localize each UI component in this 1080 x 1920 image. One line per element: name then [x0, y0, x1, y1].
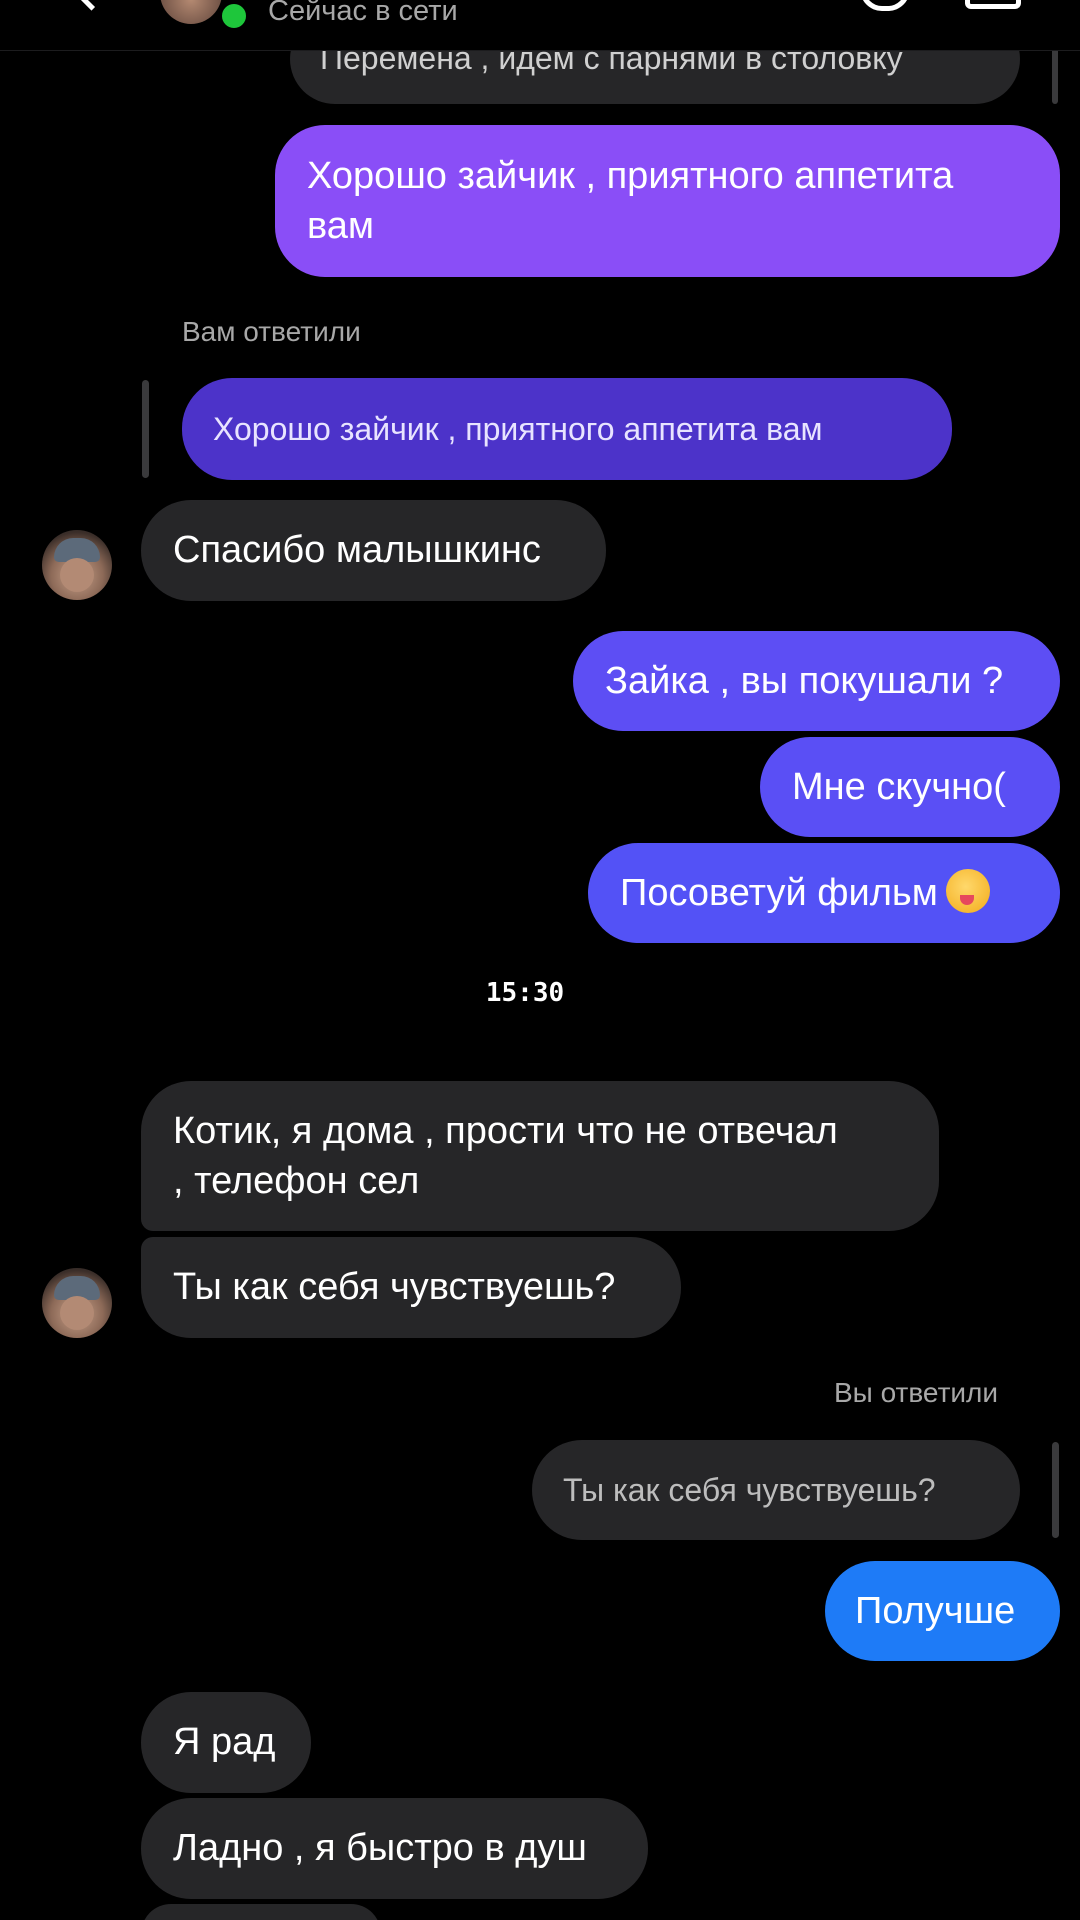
- online-status-text: Сейчас в сети: [268, 0, 458, 27]
- message-text: Я рад: [173, 1721, 276, 1763]
- message-text: Ты как себя чувствуешь?: [173, 1266, 616, 1308]
- message-text-line: Хорошо зайчик , приятного аппетита: [307, 155, 954, 197]
- incoming-message[interactable]: Ладно , я быстро в душ: [141, 1798, 648, 1899]
- chat-header: Сейчас в сети: [0, 0, 1080, 51]
- message-text: Ладно , я быстро в душ: [173, 1827, 587, 1869]
- contact-avatar[interactable]: [42, 530, 112, 600]
- outgoing-message[interactable]: Хорошо зайчик , приятного аппетита вам: [275, 125, 1060, 277]
- message-text-line: , телефон сел: [173, 1160, 420, 1202]
- outgoing-message[interactable]: Посоветуй фильм: [588, 843, 1060, 943]
- message-text: Получше: [855, 1590, 1016, 1632]
- contact-avatar[interactable]: [42, 1268, 112, 1338]
- online-indicator: [218, 0, 250, 32]
- quoted-message-text: Хорошо зайчик , приятного аппетита вам: [213, 411, 823, 447]
- message-text: Спасибо малышкинс: [173, 529, 541, 571]
- incoming-message[interactable]: [141, 1904, 381, 1920]
- message-text-line: Котик, я дома , прости что не отвечал: [173, 1110, 838, 1152]
- message-text-line: вам: [307, 205, 375, 247]
- phone-icon[interactable]: [860, 0, 910, 11]
- chat-screen: Сейчас в сети Перемена , идем с парнями …: [0, 0, 1080, 1920]
- quoted-message[interactable]: Ты как себя чувствуешь?: [532, 1440, 1020, 1540]
- quote-bar: [1052, 42, 1058, 104]
- message-text: Мне скучно(: [792, 766, 1006, 808]
- outgoing-message[interactable]: Зайка , вы покушали ?: [573, 631, 1060, 731]
- incoming-message[interactable]: Котик, я дома , прости что не отвечал , …: [141, 1081, 939, 1231]
- outgoing-message[interactable]: Получше: [825, 1561, 1060, 1661]
- quote-bar: [142, 380, 149, 478]
- back-chevron-icon[interactable]: [72, 0, 111, 11]
- face-savoring-food-emoji-icon: [945, 869, 990, 913]
- quoted-message-text: Ты как себя чувствуешь?: [563, 1472, 936, 1508]
- reply-label: Вы ответили: [834, 1377, 999, 1408]
- incoming-message[interactable]: Спасибо малышкинс: [141, 500, 606, 601]
- incoming-message[interactable]: Ты как себя чувствуешь?: [141, 1237, 681, 1338]
- incoming-message[interactable]: Я рад: [141, 1692, 311, 1793]
- video-camera-icon[interactable]: [965, 0, 1021, 9]
- contact-avatar[interactable]: [160, 0, 222, 24]
- message-text: Зайка , вы покушали ?: [605, 660, 1004, 702]
- quote-bar: [1052, 1442, 1059, 1538]
- outgoing-message[interactable]: Мне скучно(: [760, 737, 1060, 837]
- quoted-message[interactable]: Хорошо зайчик , приятного аппетита вам: [182, 378, 952, 480]
- message-timestamp: 15:30: [485, 978, 565, 1008]
- reply-label: Вам ответили: [182, 316, 361, 347]
- message-text: Посоветуй фильм: [620, 872, 938, 914]
